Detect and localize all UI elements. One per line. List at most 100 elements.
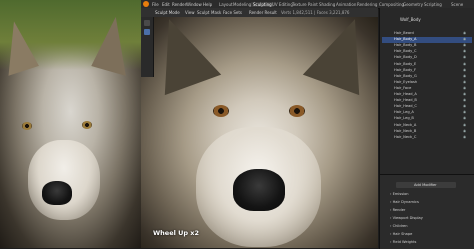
visibility-eye-icon[interactable]: ◉ [463,135,466,139]
outliner-item[interactable]: Hair_Neck_C [382,135,472,141]
visibility-eye-icon[interactable]: ◉ [463,49,466,53]
outliner-item-label: Hair_Neck_C [394,134,417,139]
viewport-left-eye [213,105,229,117]
outliner-item-label: Hair_Body_A [394,37,417,42]
outliner-item-label: Hair_Head_B [394,98,417,103]
3d-viewport[interactable] [141,17,378,248]
menu-sculpt[interactable]: Sculpt [197,10,210,15]
outliner-title: Wolf_Body [400,17,421,22]
tab-shading[interactable]: Shading [319,2,335,7]
outliner-item[interactable]: Hair_Head_A [382,92,472,98]
menu-mask[interactable]: Mask [211,10,221,15]
outliner-item[interactable]: Hair_Body_A [382,37,472,43]
outliner-item-label: Hair_Eyelash [394,79,418,84]
visibility-eye-icon[interactable]: ◉ [463,31,466,35]
properties-section[interactable]: › Hair Dynamics [390,199,470,206]
properties-section[interactable]: › Render [390,207,470,214]
outliner-item-label: Hair_Face [394,85,412,90]
tab-texture-paint[interactable]: Texture Paint [292,2,318,7]
visibility-eye-icon[interactable]: ◉ [463,92,466,96]
visibility-eye-icon[interactable]: ◉ [463,43,466,47]
menu-render[interactable]: Render [172,2,186,7]
outliner-item[interactable]: Hair_Leg_A [382,110,472,116]
outliner-item-label: Hair_Body_F [394,67,417,72]
visibility-eye-icon[interactable]: ◉ [463,110,466,114]
tab-modeling[interactable]: Modeling [233,2,251,7]
visibility-eye-icon[interactable]: ◉ [463,68,466,72]
outliner-item[interactable]: Hair_Neck_B [382,129,472,135]
properties-section-label: Hair Dynamics [392,200,419,204]
outliner-item[interactable]: Hair_Face [382,86,472,92]
outliner-item[interactable]: Hair_Body_C [382,49,472,55]
outliner-item-label: Hair_Neck_B [394,128,417,133]
tab-animation[interactable]: Animation [336,2,356,7]
properties-section-label: Field Weights [392,240,417,244]
tab-layout[interactable]: Layout [219,2,233,7]
properties-section[interactable]: › Emission [390,191,470,198]
ref-muzzle [28,140,100,220]
outliner-item[interactable]: Hair_Body_B [382,43,472,49]
blender-logo-icon[interactable] [143,1,149,7]
menu-face-sets[interactable]: Face Sets [223,10,242,15]
outliner-item[interactable]: Hair_Head_B [382,98,472,104]
properties-section[interactable]: › Viewport Display [390,215,470,222]
outliner-item[interactable]: Hair_Body_G [382,74,472,80]
scene-selector[interactable]: Scene [451,2,463,7]
scene-stats: Verts 1,842,511 | Faces 3,221,876 [281,10,350,15]
brush-tool-icon[interactable] [144,20,150,26]
visibility-eye-icon[interactable]: ◉ [463,37,466,41]
viewport-right-ear [302,17,378,96]
properties-section[interactable]: › Hair Shape [390,231,470,238]
properties-section-label: Emission [392,192,409,196]
tab-scripting[interactable]: Scripting [424,2,442,7]
outliner-item[interactable]: Hair_Leg_B [382,116,472,122]
outliner-item[interactable]: Hair_Beard [382,31,472,37]
tab-geometry[interactable]: Geometry [403,2,423,7]
viewport-right-eye [289,105,305,117]
tool-shelf [141,17,154,77]
outliner-item[interactable]: Hair_Body_F [382,68,472,74]
mode-dropdown[interactable]: Sculpt Mode [155,10,180,15]
outliner-item-label: Hair_Beard [394,31,414,35]
visibility-eye-icon[interactable]: ◉ [463,129,466,133]
tab-sculpting[interactable]: Sculpting [251,1,274,7]
properties-section-label: Children [392,224,408,228]
visibility-eye-icon[interactable]: ◉ [463,62,466,66]
properties-section[interactable]: › Children [390,223,470,230]
outliner-item[interactable]: Hair_Body_D [382,55,472,61]
outliner-item-label: Hair_Leg_B [394,116,414,121]
render-result-label[interactable]: Render Result [249,10,277,15]
outliner-item-label: Hair_Body_D [394,55,417,60]
input-overlay-text: Wheel Up x2 [153,229,200,237]
outliner-item-label: Hair_Neck_A [394,122,417,127]
visibility-eye-icon[interactable]: ◉ [463,86,466,90]
menu-window[interactable]: Window [186,2,202,7]
ref-left-eye [22,122,32,130]
menu-help[interactable]: Help [203,2,212,7]
visibility-eye-icon[interactable]: ◉ [463,74,466,78]
outliner-item-label: Hair_Leg_A [394,110,414,115]
tab-rendering[interactable]: Rendering [357,2,377,7]
ref-right-eye [82,121,92,129]
properties-section-label: Hair Shape [392,232,413,236]
outliner-item[interactable]: Hair_Neck_A [382,123,472,129]
outliner-item[interactable]: Hair_Head_C [382,104,472,110]
menu-file[interactable]: File [152,2,159,7]
visibility-eye-icon[interactable]: ◉ [463,98,466,102]
tab-compositing[interactable]: Compositing [379,2,404,7]
outliner-item-label: Hair_Head_C [394,104,417,109]
ref-nose [42,181,72,205]
properties-section[interactable]: › Field Weights [390,239,470,246]
menu-view[interactable]: View [185,10,195,15]
outliner-item[interactable]: Hair_Body_E [382,62,472,68]
visibility-eye-icon[interactable]: ◉ [463,123,466,127]
visibility-eye-icon[interactable]: ◉ [463,55,466,59]
visibility-eye-icon[interactable]: ◉ [463,116,466,120]
visibility-eye-icon[interactable]: ◉ [463,104,466,108]
visibility-eye-icon[interactable]: ◉ [463,80,466,84]
outliner-item-label: Hair_Body_E [394,61,417,66]
menu-edit[interactable]: Edit [162,2,170,7]
tab-uv-editing[interactable]: UV Editing [272,2,293,7]
draw-tool-icon[interactable] [144,29,150,35]
outliner-item[interactable]: Hair_Eyelash [382,80,472,86]
